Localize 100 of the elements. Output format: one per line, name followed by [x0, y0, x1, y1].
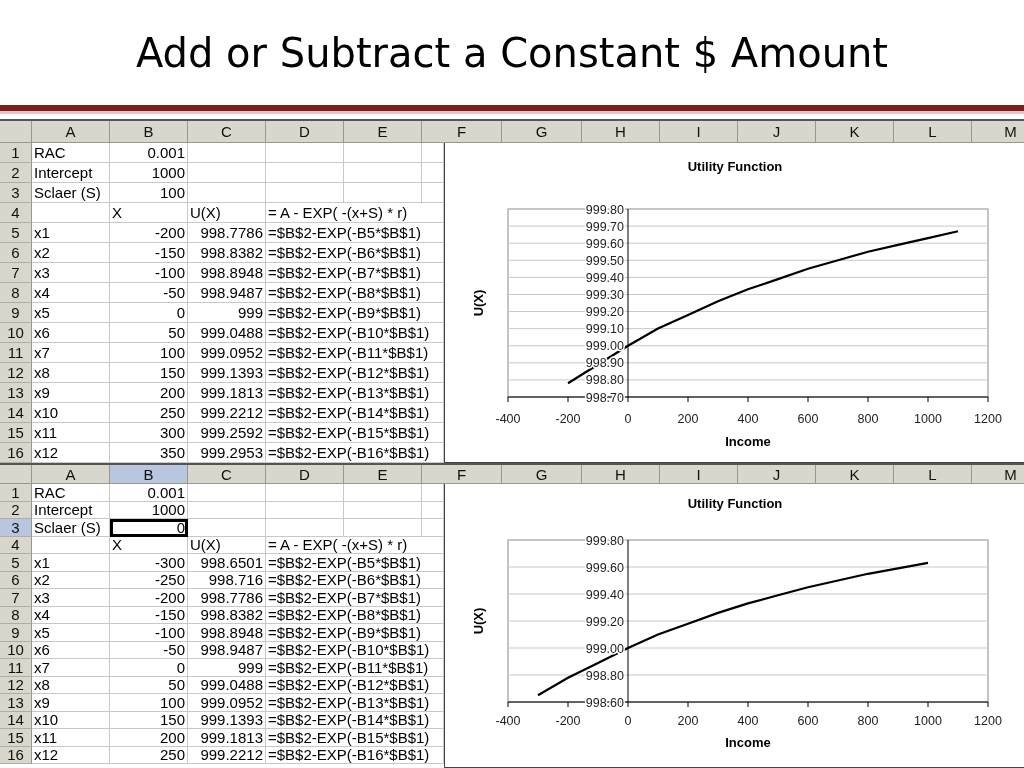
row-header[interactable]: 5 — [0, 554, 32, 572]
y-tick-label: 999.30 — [585, 287, 624, 302]
row-header[interactable]: 1 — [0, 142, 32, 163]
formula-cell: =$B$2-EXP(-B10*$B$1) — [266, 641, 444, 660]
select-all-corner[interactable] — [0, 120, 32, 143]
column-header[interactable]: H — [582, 120, 660, 143]
column-header[interactable]: J — [738, 465, 816, 485]
table-cell: 100 — [110, 342, 188, 363]
column-header[interactable]: A — [32, 120, 110, 143]
column-header[interactable]: E — [344, 465, 422, 485]
column-header[interactable]: K — [816, 465, 894, 485]
x-tick-label: 200 — [677, 714, 699, 729]
column-header[interactable]: I — [660, 120, 738, 143]
row-header[interactable]: 2 — [0, 162, 32, 183]
column-header[interactable]: G — [502, 465, 582, 485]
column-header[interactable]: L — [894, 465, 972, 485]
y-tick-label: 999.40 — [585, 270, 624, 285]
table-cell: 999 — [188, 659, 266, 677]
formula-cell: =$B$2-EXP(-B12*$B$1) — [266, 676, 444, 695]
table-cell: x7 — [32, 342, 110, 363]
table-cell: 999.1393 — [188, 711, 266, 730]
column-header[interactable]: F — [422, 465, 502, 485]
column-header[interactable]: G — [502, 120, 582, 143]
x-axis-title: Income — [725, 433, 771, 449]
column-header[interactable]: M — [972, 465, 1024, 485]
row-header[interactable]: 10 — [0, 322, 32, 343]
row-header[interactable]: 9 — [0, 302, 32, 323]
table-cell: 999.2212 — [188, 746, 266, 765]
column-header[interactable]: D — [266, 120, 344, 143]
column-header[interactable]: I — [660, 465, 738, 485]
x-tick-label: -400 — [495, 714, 521, 729]
table-cell: x3 — [32, 262, 110, 283]
column-header[interactable]: A — [32, 465, 110, 485]
column-header[interactable]: C — [188, 120, 266, 143]
table-cell: Sclaer (S) — [32, 519, 110, 537]
column-header[interactable]: F — [422, 120, 502, 143]
table-cell: 0 — [110, 659, 188, 677]
row-header[interactable]: 7 — [0, 589, 32, 607]
table-cell: 998.8382 — [188, 606, 266, 625]
table-cell: 350 — [110, 442, 188, 463]
x-tick-label: 1200 — [974, 714, 1002, 729]
formula-cell: =$B$2-EXP(-B8*$B$1) — [266, 606, 444, 625]
row-header[interactable]: 15 — [0, 729, 32, 747]
table-cell: 999.0488 — [188, 676, 266, 695]
row-header[interactable]: 13 — [0, 382, 32, 403]
table-cell: x1 — [32, 222, 110, 243]
row-header[interactable]: 6 — [0, 242, 32, 263]
column-header[interactable]: C — [188, 465, 266, 485]
row-header[interactable]: 4 — [0, 202, 32, 223]
table-cell: 0 — [110, 302, 188, 323]
row-header[interactable]: 14 — [0, 402, 32, 423]
y-tick-label: 999.60 — [585, 560, 624, 575]
row-header[interactable]: 13 — [0, 694, 32, 712]
table-cell: 999.1813 — [188, 729, 266, 747]
row-header[interactable]: 12 — [0, 362, 32, 383]
row-header[interactable]: 15 — [0, 422, 32, 443]
column-header[interactable]: J — [738, 120, 816, 143]
table-cell: 250 — [110, 402, 188, 423]
y-tick-label: 998.80 — [585, 373, 624, 388]
table-cell: 999.0952 — [188, 694, 266, 712]
row-header[interactable]: 3 — [0, 519, 32, 537]
y-tick-label: 999.20 — [585, 304, 624, 319]
y-axis-title: U(X) — [471, 289, 486, 317]
table-cell: Intercept — [32, 162, 110, 183]
column-header[interactable]: B — [110, 465, 188, 485]
row-header[interactable]: 3 — [0, 182, 32, 203]
column-header[interactable]: K — [816, 120, 894, 143]
row-header[interactable]: 16 — [0, 442, 32, 463]
table-cell: 100 — [110, 182, 188, 203]
formula-cell: =$B$2-EXP(-B6*$B$1) — [266, 571, 444, 590]
y-tick-label: 999.70 — [585, 219, 624, 234]
row-header[interactable]: 5 — [0, 222, 32, 243]
column-header[interactable]: B — [110, 120, 188, 143]
x-tick-label: 1200 — [974, 411, 1002, 426]
column-header[interactable]: D — [266, 465, 344, 485]
table-cell: 999.2953 — [188, 442, 266, 463]
formula-cell: =$B$2-EXP(-B10*$B$1) — [266, 322, 444, 343]
row-header[interactable]: 7 — [0, 262, 32, 283]
column-header[interactable]: H — [582, 465, 660, 485]
formula-cell: =$B$2-EXP(-B15*$B$1) — [266, 422, 444, 443]
formula-cell: =$B$2-EXP(-B9*$B$1) — [266, 302, 444, 323]
table-cell: 0.001 — [110, 142, 188, 163]
x-tick-label: -400 — [495, 411, 521, 426]
column-header[interactable]: E — [344, 120, 422, 143]
row-header[interactable]: 11 — [0, 659, 32, 677]
row-header[interactable]: 1 — [0, 484, 32, 502]
table-cell: 999.1813 — [188, 382, 266, 403]
table-cell: RAC — [32, 142, 110, 163]
column-header[interactable]: L — [894, 120, 972, 143]
table-cell: 999.2212 — [188, 402, 266, 423]
formula-cell: =$B$2-EXP(-B7*$B$1) — [266, 262, 444, 283]
row-header[interactable]: 9 — [0, 624, 32, 642]
y-tick-label: 999.80 — [585, 202, 624, 217]
column-header[interactable]: M — [972, 120, 1024, 143]
row-header[interactable]: 8 — [0, 282, 32, 303]
row-header[interactable]: 11 — [0, 342, 32, 363]
table-cell: -250 — [110, 571, 188, 590]
formula-cell: =$B$2-EXP(-B8*$B$1) — [266, 282, 444, 303]
table-cell: 1000 — [110, 162, 188, 183]
formula-cell: =$B$2-EXP(-B13*$B$1) — [266, 694, 444, 712]
